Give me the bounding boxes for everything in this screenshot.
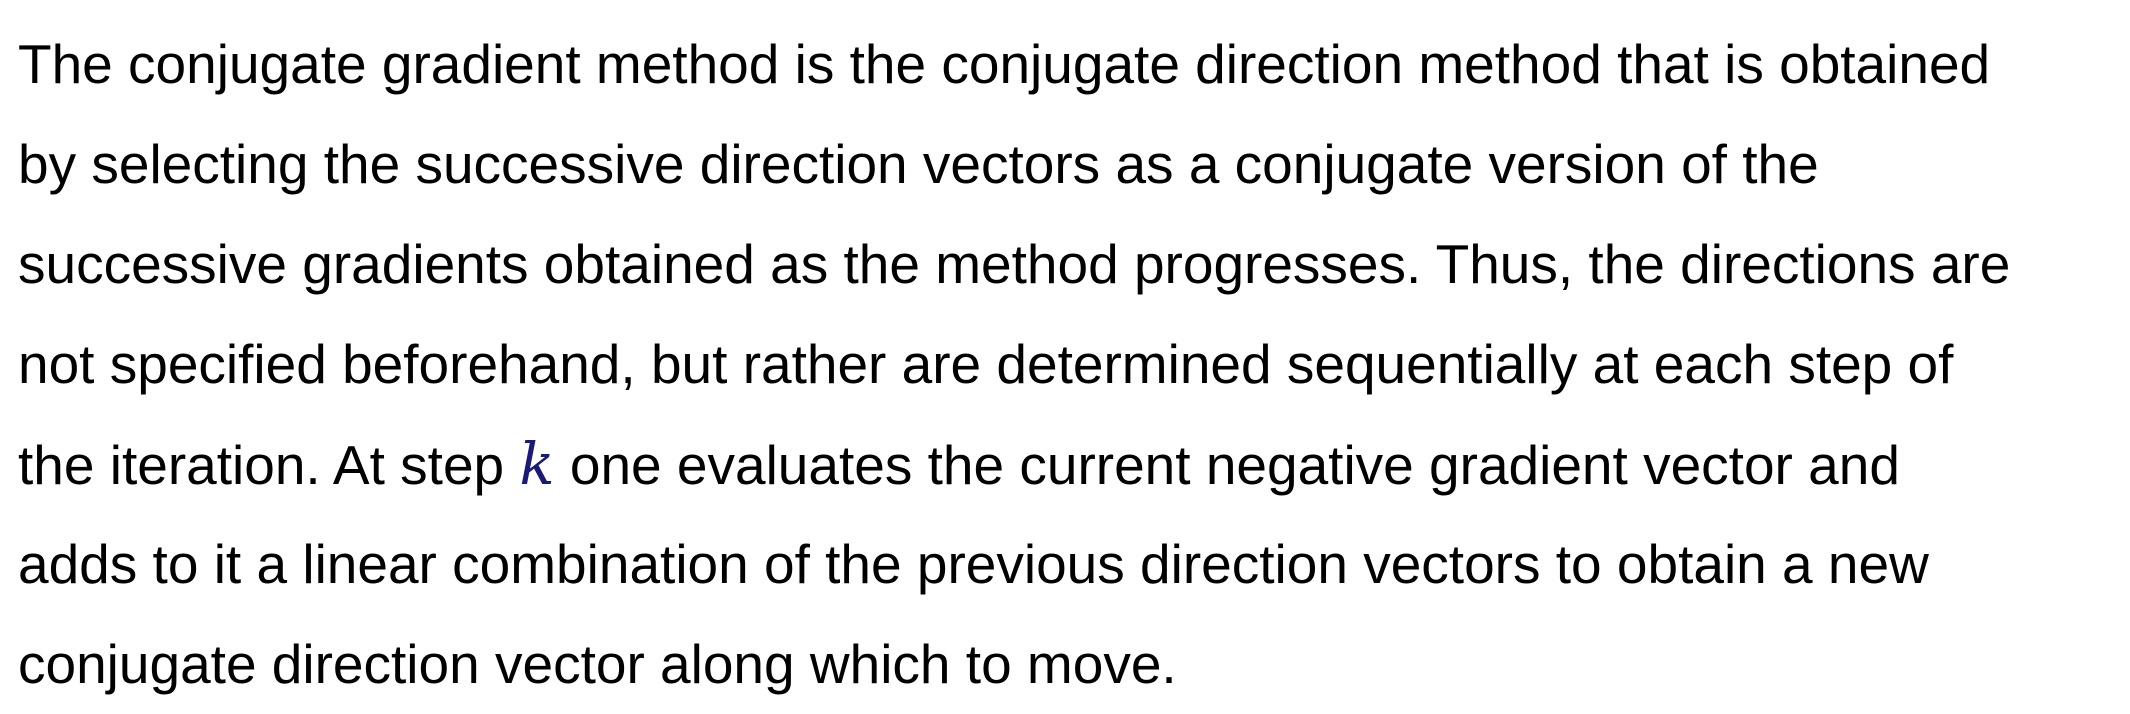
paragraph-line-2: by selecting the successive direction ve… xyxy=(18,133,1819,195)
paragraph-line-7: conjugate direction vector along which t… xyxy=(18,633,1177,695)
paragraph-line-3: successive gradients obtained as the met… xyxy=(18,233,2011,295)
paragraph-line-1: The conjugate gradient method is the con… xyxy=(18,33,1991,95)
math-variable-k: k xyxy=(519,430,555,498)
paragraph-line-5: the iteration. At step k one evaluates t… xyxy=(18,414,2118,514)
document-body: The conjugate gradient method is the con… xyxy=(18,14,2118,714)
paragraph-line-5-after: one evaluates the current negative gradi… xyxy=(554,434,1900,496)
paragraph-line-4: not specified beforehand, but rather are… xyxy=(18,333,1954,395)
paragraph-line-6: adds to it a linear combination of the p… xyxy=(18,533,1929,595)
paragraph-line-5-before: the iteration. At step xyxy=(18,434,520,496)
